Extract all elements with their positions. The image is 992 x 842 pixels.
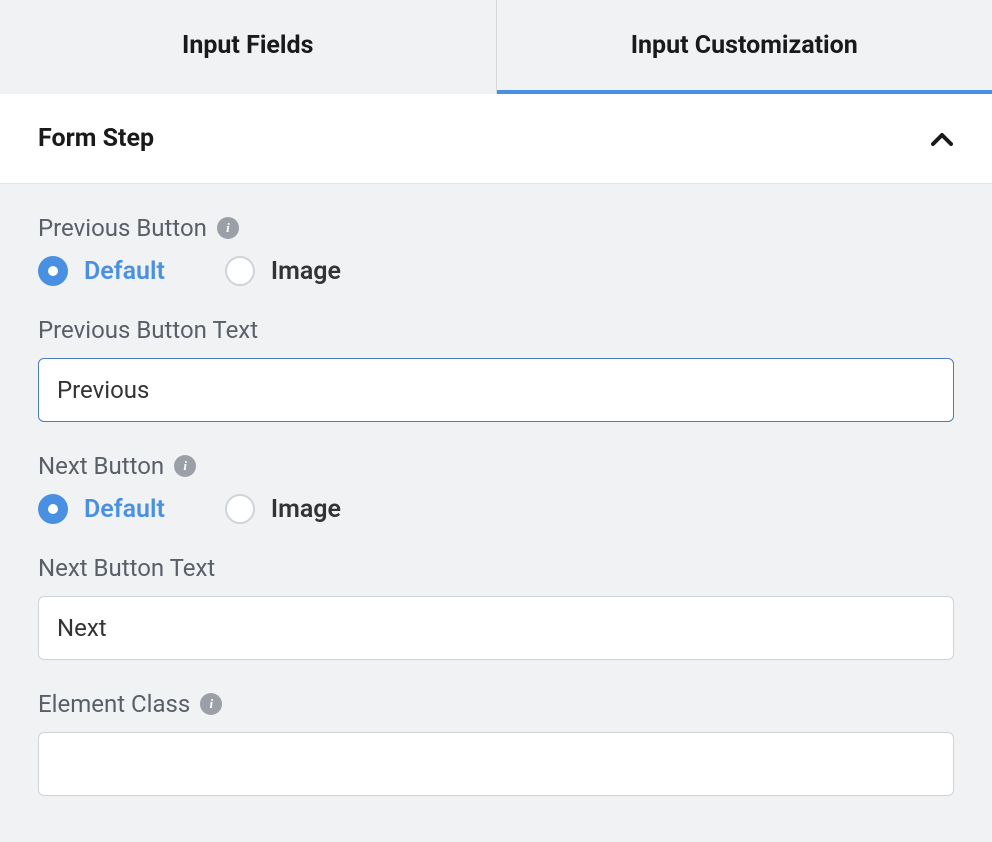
label-text: Next Button Text [38,554,215,582]
previous-button-image-option[interactable]: Image [225,256,341,286]
next-button-text-label: Next Button Text [38,554,954,582]
next-button-image-option[interactable]: Image [225,494,341,524]
chevron-up-icon [930,127,954,151]
previous-button-text-group: Previous Button Text [38,316,954,422]
element-class-label: Element Class i [38,690,954,718]
radio-label: Default [84,257,165,286]
section-header[interactable]: Form Step [0,94,992,184]
label-text: Previous Button Text [38,316,258,344]
radio-circle [38,494,68,524]
radio-circle [225,494,255,524]
next-button-radio-row: Default Image [38,494,954,524]
next-button-group: Next Button i Default Image [38,452,954,524]
radio-label: Image [271,257,341,286]
content-area: Previous Button i Default Image Previous… [0,184,992,796]
next-button-label: Next Button i [38,452,954,480]
next-button-text-input[interactable] [38,596,954,660]
tab-input-customization[interactable]: Input Customization [497,0,992,94]
section-title: Form Step [38,124,154,153]
radio-dot [48,266,58,276]
tabs-bar: Input Fields Input Customization [0,0,992,94]
info-icon[interactable]: i [217,217,239,239]
label-text: Next Button [38,452,164,480]
previous-button-text-label: Previous Button Text [38,316,954,344]
radio-label: Image [271,495,341,524]
tab-label: Input Fields [182,31,313,60]
next-button-text-group: Next Button Text [38,554,954,660]
radio-circle [38,256,68,286]
info-icon[interactable]: i [200,693,222,715]
previous-button-default-option[interactable]: Default [38,256,165,286]
radio-circle [225,256,255,286]
tab-label: Input Customization [631,31,858,60]
label-text: Previous Button [38,214,207,242]
info-icon[interactable]: i [174,455,196,477]
previous-button-radio-row: Default Image [38,256,954,286]
previous-button-text-input[interactable] [38,358,954,422]
label-text: Element Class [38,690,190,718]
tab-input-fields[interactable]: Input Fields [0,0,496,94]
next-button-default-option[interactable]: Default [38,494,165,524]
element-class-input[interactable] [38,732,954,796]
element-class-group: Element Class i [38,690,954,796]
previous-button-group: Previous Button i Default Image [38,214,954,286]
previous-button-label: Previous Button i [38,214,954,242]
radio-label: Default [84,495,165,524]
radio-dot [48,504,58,514]
